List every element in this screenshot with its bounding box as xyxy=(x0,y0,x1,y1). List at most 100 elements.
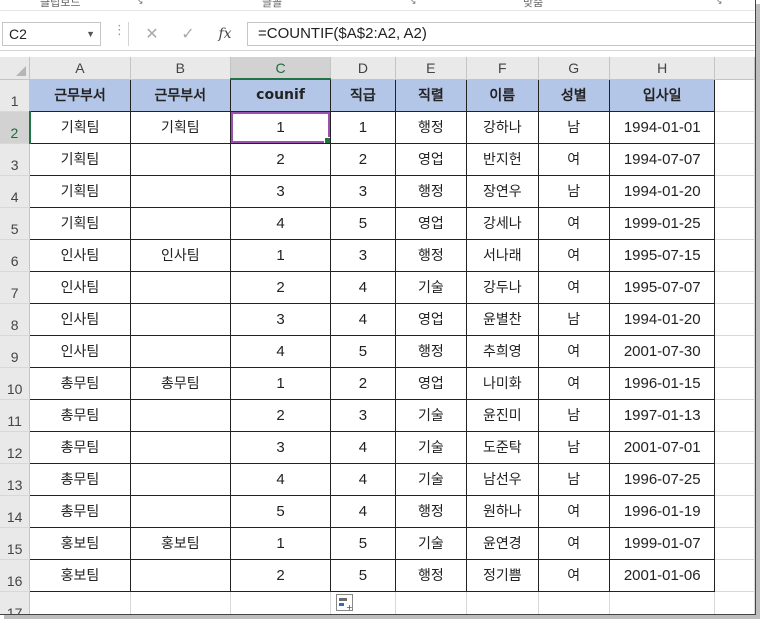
table-cell[interactable] xyxy=(130,303,231,336)
row-header[interactable]: 13 xyxy=(0,463,31,496)
empty-cell[interactable] xyxy=(538,591,610,614)
table-cell[interactable]: 1994-01-01 xyxy=(609,111,716,144)
header-cell[interactable]: counif xyxy=(230,78,332,112)
empty-cell[interactable] xyxy=(395,591,468,614)
empty-cell[interactable] xyxy=(714,399,755,432)
table-cell[interactable]: 강세나 xyxy=(466,207,539,240)
table-cell[interactable]: 인사팀 xyxy=(130,239,231,272)
table-cell[interactable] xyxy=(130,271,231,304)
table-cell[interactable]: 여 xyxy=(538,143,610,176)
table-cell[interactable]: 기획팀 xyxy=(130,111,231,144)
row-header[interactable]: 17 xyxy=(0,591,31,614)
table-cell[interactable]: 행정 xyxy=(395,111,468,144)
table-cell[interactable]: 3 xyxy=(330,175,396,208)
empty-cell[interactable] xyxy=(714,495,755,528)
table-cell[interactable]: 2 xyxy=(230,143,332,176)
table-cell[interactable]: 남 xyxy=(538,111,610,144)
table-cell[interactable]: 기술 xyxy=(395,463,468,496)
table-cell[interactable]: 행정 xyxy=(395,335,468,368)
column-header-g[interactable]: G xyxy=(538,57,610,80)
empty-cell[interactable] xyxy=(714,559,755,592)
column-header-b[interactable]: B xyxy=(130,57,231,80)
empty-cell[interactable] xyxy=(714,239,755,272)
row-header[interactable]: 3 xyxy=(0,143,31,176)
table-cell[interactable]: 반지헌 xyxy=(466,143,539,176)
empty-cell[interactable] xyxy=(714,335,755,368)
table-cell[interactable]: 1999-01-25 xyxy=(609,207,716,240)
table-cell[interactable]: 여 xyxy=(538,239,610,272)
table-cell[interactable]: 2 xyxy=(230,271,332,304)
table-cell[interactable]: 4 xyxy=(330,463,396,496)
table-cell[interactable] xyxy=(130,335,231,368)
table-cell[interactable]: 2 xyxy=(230,559,332,592)
table-cell[interactable]: 1 xyxy=(230,239,332,272)
table-cell[interactable]: 1996-01-15 xyxy=(609,367,716,400)
table-cell[interactable]: 3 xyxy=(230,303,332,336)
table-cell[interactable]: 여 xyxy=(538,207,610,240)
table-cell[interactable]: 남 xyxy=(538,303,610,336)
quick-analysis-icon[interactable]: + xyxy=(336,594,353,612)
table-cell[interactable] xyxy=(130,463,231,496)
table-cell[interactable]: 강두나 xyxy=(466,271,539,304)
empty-cell[interactable] xyxy=(714,527,755,560)
table-cell[interactable]: 기술 xyxy=(395,399,468,432)
table-cell[interactable]: 여 xyxy=(538,367,610,400)
fx-icon[interactable]: fx xyxy=(212,22,238,46)
empty-cell[interactable] xyxy=(714,591,755,614)
name-box[interactable]: C2 ▼ xyxy=(2,22,101,46)
table-cell[interactable]: 홍보팀 xyxy=(29,559,131,592)
table-cell[interactable]: 5 xyxy=(330,527,396,560)
table-cell[interactable]: 4 xyxy=(230,463,332,496)
header-cell[interactable]: 성별 xyxy=(538,78,610,112)
dialog-launcher-icon[interactable]: ↘ xyxy=(136,0,144,7)
column-header-h[interactable]: H xyxy=(609,57,716,80)
row-header[interactable]: 5 xyxy=(0,207,31,240)
table-cell[interactable]: 도준탁 xyxy=(466,431,539,464)
table-cell[interactable]: 총무팀 xyxy=(130,367,231,400)
worksheet-grid[interactable]: A B C D E F G H 1 근무부서 근무부서 counif 직급 직렬… xyxy=(0,57,755,614)
table-cell[interactable]: 강하나 xyxy=(466,111,539,144)
row-header[interactable]: 16 xyxy=(0,559,31,592)
fill-handle[interactable] xyxy=(324,136,330,142)
header-cell[interactable]: 근무부서 xyxy=(130,78,231,112)
table-cell[interactable]: 영업 xyxy=(395,207,468,240)
table-cell[interactable]: 1996-01-19 xyxy=(609,495,716,528)
row-header[interactable]: 2 xyxy=(0,111,31,144)
table-cell[interactable]: 1994-01-20 xyxy=(609,303,716,336)
row-header[interactable]: 11 xyxy=(0,399,31,432)
ribbon-group-clipboard[interactable]: 클립보드 xyxy=(40,0,80,10)
table-cell[interactable]: 1996-07-25 xyxy=(609,463,716,496)
table-cell[interactable]: 행정 xyxy=(395,559,468,592)
table-cell[interactable]: 1994-01-20 xyxy=(609,175,716,208)
table-cell[interactable]: 1994-07-07 xyxy=(609,143,716,176)
table-cell[interactable]: 총무팀 xyxy=(29,463,131,496)
table-cell[interactable]: 홍보팀 xyxy=(29,527,131,560)
table-cell[interactable]: 기획팀 xyxy=(29,207,131,240)
table-cell[interactable]: 3 xyxy=(330,399,396,432)
table-cell[interactable] xyxy=(130,399,231,432)
empty-cell[interactable] xyxy=(714,143,755,176)
table-cell[interactable]: 5 xyxy=(330,559,396,592)
table-cell[interactable]: 1999-01-07 xyxy=(609,527,716,560)
table-cell[interactable]: 장연우 xyxy=(466,175,539,208)
row-header[interactable]: 6 xyxy=(0,239,31,272)
table-cell[interactable]: 3 xyxy=(330,239,396,272)
table-cell[interactable]: 윤연경 xyxy=(466,527,539,560)
table-cell[interactable] xyxy=(130,495,231,528)
table-cell[interactable]: 인사팀 xyxy=(29,303,131,336)
column-header-c[interactable]: C xyxy=(230,57,332,80)
table-cell[interactable]: 남선우 xyxy=(466,463,539,496)
row-header[interactable]: 10 xyxy=(0,367,31,400)
table-cell[interactable]: 기획팀 xyxy=(29,111,131,144)
table-cell[interactable]: 5 xyxy=(330,335,396,368)
column-header-d[interactable]: D xyxy=(330,57,396,80)
table-cell[interactable]: 1995-07-15 xyxy=(609,239,716,272)
header-cell[interactable]: 입사일 xyxy=(609,78,716,112)
empty-cell[interactable] xyxy=(714,463,755,496)
row-header[interactable]: 1 xyxy=(0,79,31,112)
table-cell[interactable]: 4 xyxy=(330,431,396,464)
table-cell[interactable]: 1 xyxy=(330,111,396,144)
header-cell[interactable]: 근무부서 xyxy=(29,78,131,112)
table-cell[interactable]: 행정 xyxy=(395,495,468,528)
table-cell[interactable]: 정기쁨 xyxy=(466,559,539,592)
